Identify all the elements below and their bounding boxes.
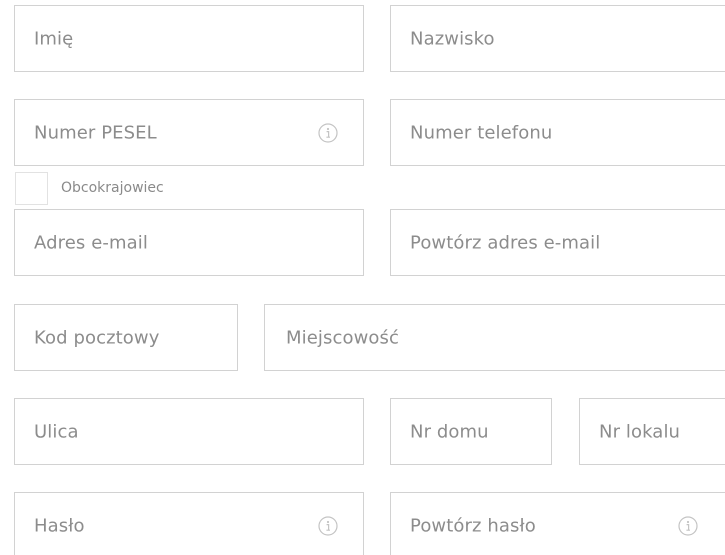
password-placeholder: Hasło bbox=[34, 515, 85, 536]
postal-code-placeholder: Kod pocztowy bbox=[34, 327, 160, 348]
street-field[interactable]: Ulica bbox=[14, 398, 364, 465]
password-repeat-field[interactable]: Powtórz hasło bbox=[390, 492, 725, 555]
house-number-field[interactable]: Nr domu bbox=[390, 398, 552, 465]
password-field[interactable]: Hasło bbox=[14, 492, 364, 555]
first-name-field[interactable]: Imię bbox=[14, 5, 364, 72]
phone-field[interactable]: Numer telefonu bbox=[390, 99, 725, 166]
pesel-field[interactable]: Numer PESEL bbox=[14, 99, 364, 166]
password-repeat-placeholder: Powtórz hasło bbox=[410, 515, 536, 536]
info-icon[interactable] bbox=[678, 515, 698, 536]
phone-placeholder: Numer telefonu bbox=[410, 122, 553, 143]
first-name-placeholder: Imię bbox=[34, 28, 74, 49]
email-repeat-field[interactable]: Powtórz adres e-mail bbox=[390, 209, 725, 276]
info-icon[interactable] bbox=[318, 122, 338, 143]
email-repeat-placeholder: Powtórz adres e-mail bbox=[410, 232, 601, 253]
city-placeholder: Miejscowość bbox=[286, 327, 400, 348]
info-icon[interactable] bbox=[318, 515, 338, 536]
postal-code-field[interactable]: Kod pocztowy bbox=[14, 304, 238, 371]
foreigner-label[interactable]: Obcokrajowiec bbox=[61, 180, 164, 196]
city-field[interactable]: Miejscowość bbox=[264, 304, 725, 371]
email-field[interactable]: Adres e-mail bbox=[14, 209, 364, 276]
apartment-number-placeholder: Nr lokalu bbox=[599, 421, 681, 442]
last-name-field[interactable]: Nazwisko bbox=[390, 5, 725, 72]
house-number-placeholder: Nr domu bbox=[410, 421, 489, 442]
pesel-placeholder: Numer PESEL bbox=[34, 122, 157, 143]
street-placeholder: Ulica bbox=[34, 421, 79, 442]
email-placeholder: Adres e-mail bbox=[34, 232, 148, 253]
registration-form: Imię Nazwisko Numer PESEL Numer telefonu… bbox=[0, 0, 725, 555]
apartment-number-field[interactable]: Nr lokalu bbox=[579, 398, 725, 465]
foreigner-checkbox[interactable] bbox=[15, 172, 48, 205]
last-name-placeholder: Nazwisko bbox=[410, 28, 495, 49]
